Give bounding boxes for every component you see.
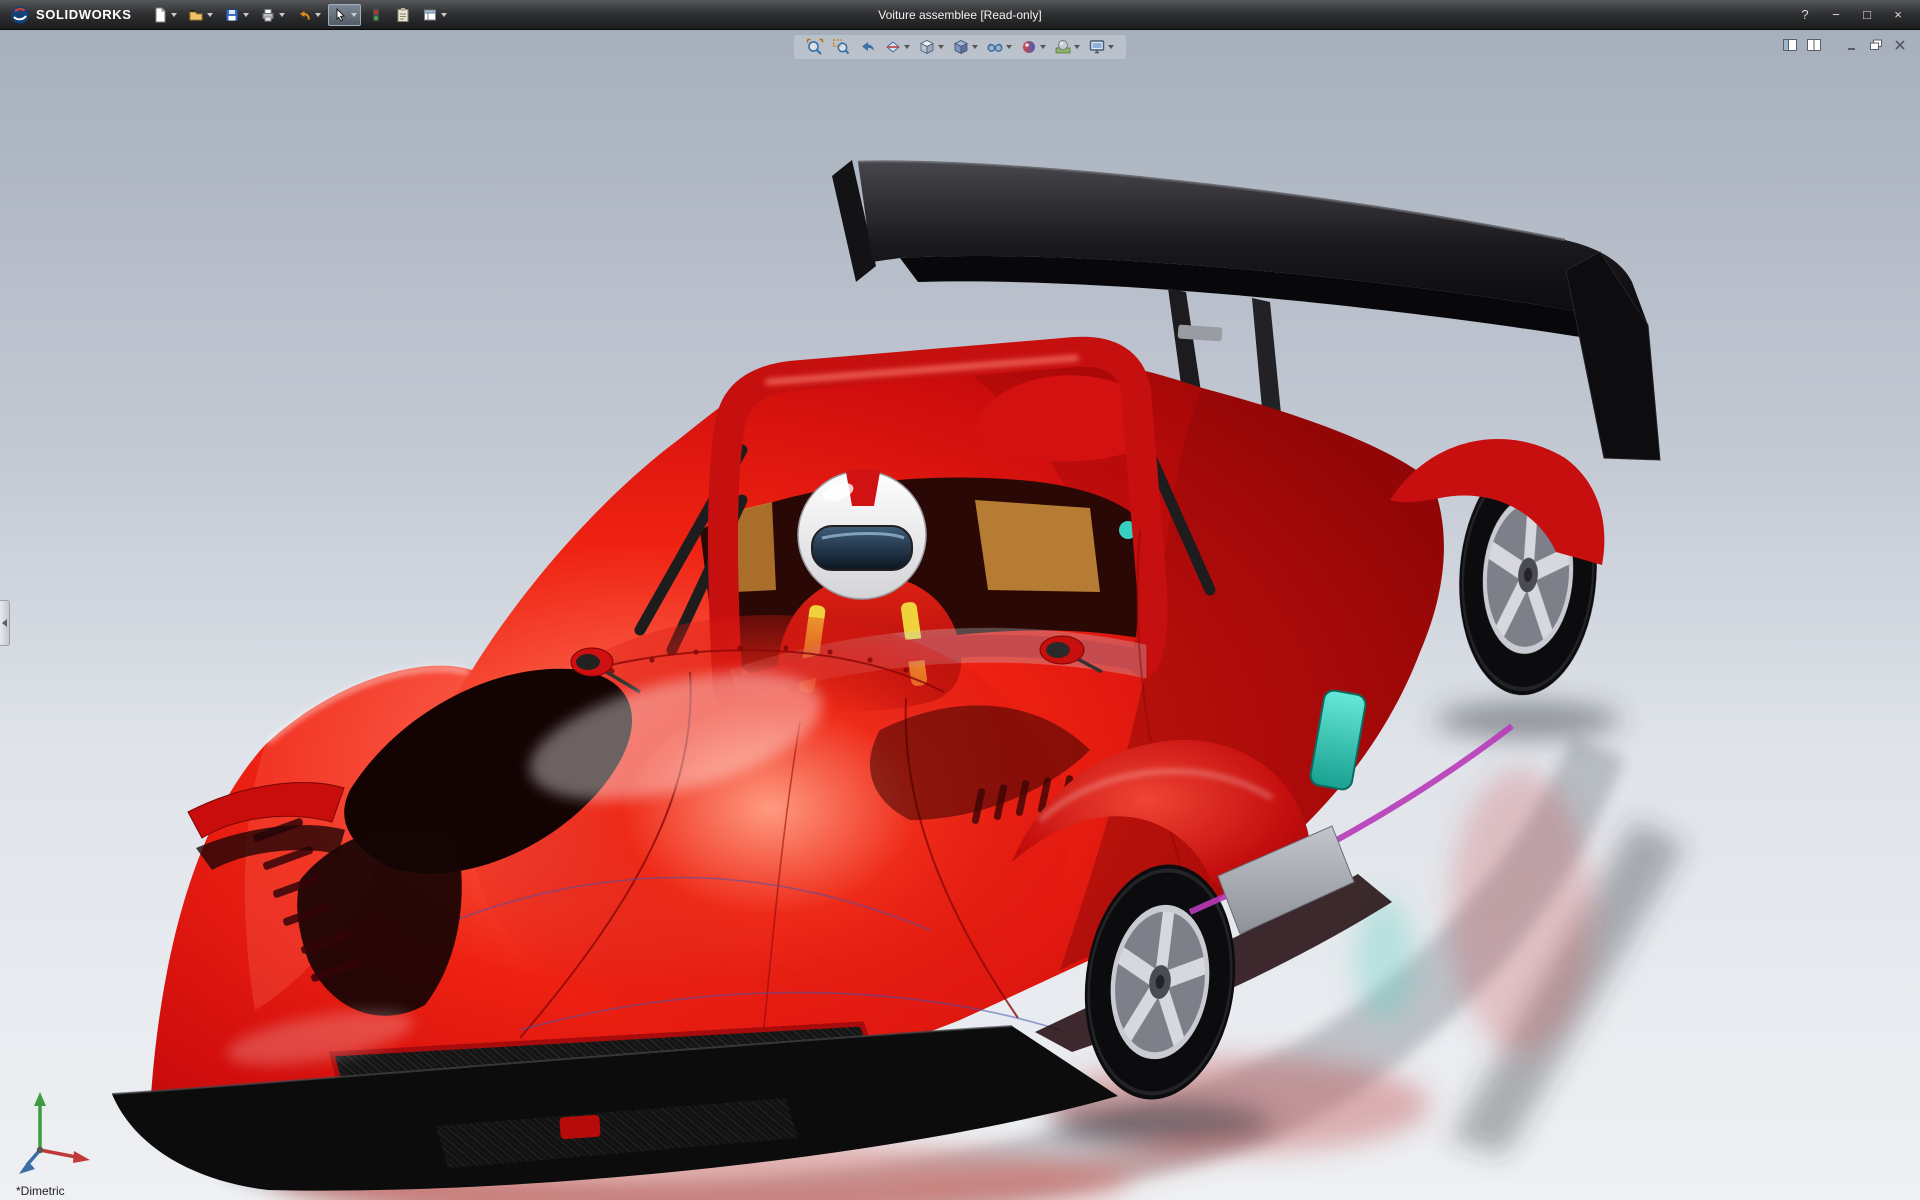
- restore-document-button[interactable]: [1866, 37, 1886, 53]
- save-icon: [225, 8, 238, 21]
- document-window-controls: [1780, 37, 1910, 53]
- solidworks-logo: SOLIDWORKS: [8, 5, 144, 25]
- view-settings-icon: [1089, 40, 1105, 54]
- z-axis-arrow: [19, 1161, 35, 1174]
- help-button[interactable]: ?: [1791, 5, 1819, 25]
- restore-button[interactable]: □: [1853, 5, 1881, 25]
- display-style-button[interactable]: [950, 37, 980, 57]
- previous-view-icon: [862, 42, 874, 51]
- undo-icon: [299, 10, 310, 20]
- tow-hook: [559, 1114, 601, 1140]
- dropdown-caret: [938, 45, 944, 49]
- dropdown-caret: [206, 12, 213, 17]
- glasses-icon: [987, 43, 1003, 52]
- clipboard-icon: [397, 7, 409, 22]
- minimize-document-button[interactable]: [1842, 37, 1862, 53]
- zoom-to-fit-button[interactable]: [804, 37, 826, 57]
- graphics-area[interactable]: *Dimetric: [0, 30, 1920, 1200]
- show-featuremanager-pane-button[interactable]: [1780, 37, 1800, 53]
- dropdown-caret: [440, 12, 447, 17]
- pane-split-icon: [1807, 39, 1821, 51]
- featuremanager-collapsed-tab[interactable]: [0, 600, 10, 646]
- headsup-view-toolbar: [794, 35, 1126, 59]
- save-button[interactable]: [220, 4, 253, 26]
- undo-button[interactable]: [292, 4, 325, 26]
- display-style-icon: [954, 40, 968, 55]
- 3ds-logo-icon: [11, 5, 29, 24]
- apply-scene-button[interactable]: [1052, 37, 1082, 57]
- select-cursor-icon: [336, 7, 345, 22]
- new-document-button[interactable]: [148, 4, 181, 26]
- split-pane-button[interactable]: [1804, 37, 1824, 53]
- zoom-to-area-button[interactable]: [830, 37, 852, 57]
- new-document-icon: [155, 7, 166, 22]
- dropdown-caret: [314, 12, 321, 17]
- model-3d-view[interactable]: [0, 30, 1920, 1200]
- titlebar-toolbar: [148, 3, 451, 26]
- dropdown-caret: [278, 12, 285, 17]
- dropdown-caret: [1108, 45, 1114, 49]
- titlebar: SOLIDWORKS Voiture assemblee [Read-only]…: [0, 0, 1920, 30]
- expand-pane-arrow-icon: [2, 619, 7, 627]
- window-controls: ? − □ ×: [1791, 5, 1912, 25]
- print-icon: [262, 8, 274, 21]
- dropdown-caret: [242, 12, 249, 17]
- dropdown-caret: [972, 45, 978, 49]
- view-orientation-label: *Dimetric: [16, 1184, 65, 1198]
- close-document-button[interactable]: [1890, 37, 1910, 53]
- y-axis-arrow: [34, 1092, 46, 1106]
- file-properties-button[interactable]: [391, 4, 415, 26]
- dropdown-caret: [1006, 45, 1012, 49]
- orientation-triad: [19, 1092, 90, 1174]
- appearance-ball-icon: [1023, 41, 1035, 53]
- zoom-to-fit-icon: [806, 38, 824, 55]
- dropdown-caret: [904, 45, 910, 49]
- dropdown-caret: [170, 12, 177, 17]
- open-folder-icon: [189, 10, 203, 20]
- pane-left-icon: [1783, 39, 1797, 51]
- hide-show-items-button[interactable]: [984, 37, 1014, 57]
- view-cube-icon: [920, 40, 934, 55]
- dropdown-caret: [1074, 45, 1080, 49]
- dropdown-caret: [1040, 45, 1046, 49]
- minimize-icon: [1848, 48, 1855, 50]
- close-button[interactable]: ×: [1884, 5, 1912, 25]
- view-orientation-button[interactable]: [916, 37, 946, 57]
- zoom-to-area-icon: [832, 39, 850, 55]
- sheet-icon: [423, 9, 436, 20]
- restore-icon: [1870, 39, 1882, 50]
- select-button[interactable]: [327, 3, 361, 26]
- scene-icon: [1055, 40, 1071, 54]
- rebuild-button[interactable]: [364, 4, 388, 26]
- close-icon: [1895, 40, 1905, 50]
- dropdown-caret: [350, 12, 357, 17]
- brand-name: SOLIDWORKS: [36, 7, 132, 22]
- rebuild-traffic-light-icon: [372, 8, 379, 21]
- previous-view-button[interactable]: [856, 37, 878, 57]
- x-axis-arrow: [73, 1151, 90, 1163]
- section-view-button[interactable]: [882, 37, 912, 57]
- open-document-button[interactable]: [184, 4, 217, 26]
- section-view-icon: [886, 41, 900, 53]
- view-settings-button[interactable]: [1086, 37, 1116, 57]
- print-button[interactable]: [256, 4, 289, 26]
- options-sheet-button[interactable]: [418, 4, 451, 26]
- edit-appearance-button[interactable]: [1018, 37, 1048, 57]
- minimize-button[interactable]: −: [1822, 5, 1850, 25]
- solidworks-window: SOLIDWORKS Voiture assemblee [Read-only]…: [0, 0, 1920, 1200]
